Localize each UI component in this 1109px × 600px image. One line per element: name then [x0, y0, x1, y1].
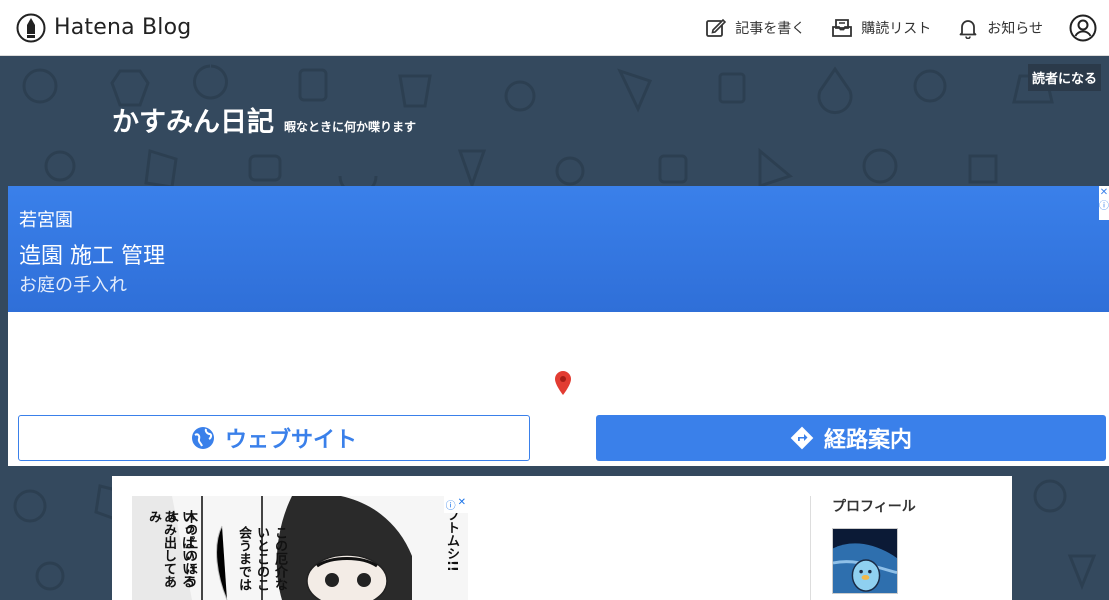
manga-line-1: ブトムシ!! — [444, 508, 459, 572]
notifications-button[interactable]: お知らせ — [957, 17, 1043, 39]
reading-list-button[interactable]: 購読リスト — [831, 17, 931, 39]
blog-title-area: かすみん日記 暇なときに何か喋ります — [112, 100, 416, 139]
display-ad[interactable]: 若宮園 造園 施工 管理 お庭の手入れ ✕ ⓘ ウェブサイト 経路案内 — [8, 186, 1109, 466]
ad-website-button[interactable]: ウェブサイト — [18, 415, 530, 461]
subscribe-button[interactable]: 読者になる — [1027, 64, 1101, 91]
reading-list-icon — [832, 18, 853, 37]
globe-icon — [191, 427, 214, 449]
manga-line-7: あみ出してあみ — [146, 510, 176, 588]
write-article-label: 記事を書く — [735, 20, 806, 37]
manga-line-4: 会うまでは — [236, 526, 251, 591]
ad-banner[interactable]: 若宮園 造園 施工 管理 お庭の手入れ ✕ ⓘ — [8, 186, 1109, 312]
ad-close-icon[interactable]: ✕ — [1100, 186, 1108, 200]
global-header: Hatena Blog 記事を書く 購読リスト お知らせ — [0, 0, 1109, 56]
blog-title[interactable]: かすみん日記 — [112, 100, 274, 139]
profile-heading: プロフィール — [832, 499, 916, 515]
directions-icon — [790, 426, 814, 450]
sidebar: プロフィール — [832, 496, 1002, 594]
write-article-button[interactable]: 記事を書く — [705, 17, 805, 39]
bell-icon — [959, 19, 977, 39]
manga-line-3: いとこのこ — [254, 526, 269, 591]
map-pin-icon — [555, 371, 571, 395]
edit-icon — [706, 18, 727, 37]
manga-ad-badge: ⓘ ✕ — [443, 496, 468, 513]
hatena-blog-logo[interactable]: Hatena Blog — [16, 13, 191, 43]
hatena-pen-icon — [16, 13, 46, 42]
notifications-label: お知らせ — [987, 20, 1043, 37]
header-actions: 記事を書く 購読リスト お知らせ — [705, 14, 1097, 42]
manga-ad-banner[interactable]: ブトムシ!! この厄介な いとこのこ 会うまでは 木の上のほう いっぱいいるよ … — [132, 496, 468, 600]
ad-headline: 造園 施工 管理 — [19, 244, 165, 269]
user-icon[interactable] — [1069, 14, 1097, 42]
brand-name: Hatena Blog — [54, 15, 192, 40]
ad-info-icon[interactable]: ⓘ — [1099, 200, 1109, 214]
ad-advertiser: 若宮園 — [19, 210, 73, 231]
blog-description: 暇なときに何か喋ります — [284, 120, 417, 134]
sidebar-divider — [810, 496, 811, 600]
profile-avatar-image — [833, 529, 897, 593]
manga-line-2: この厄介な — [272, 526, 287, 591]
ad-tagline: お庭の手入れ — [19, 275, 127, 296]
main-content: ブトムシ!! この厄介な いとこのこ 会うまでは 木の上のほう いっぱいいるよ … — [112, 476, 1012, 600]
manga-ad-close-icon[interactable]: ✕ — [458, 497, 466, 512]
profile-avatar[interactable] — [832, 528, 898, 594]
ad-website-label: ウェブサイト — [224, 428, 357, 453]
ad-directions-button[interactable]: 経路案内 — [596, 415, 1106, 461]
reading-list-label: 購読リスト — [861, 20, 932, 37]
ad-controls: ✕ ⓘ — [1099, 186, 1109, 220]
ad-choices-icon[interactable]: ⓘ — [446, 497, 456, 512]
ad-directions-label: 経路案内 — [823, 428, 912, 453]
